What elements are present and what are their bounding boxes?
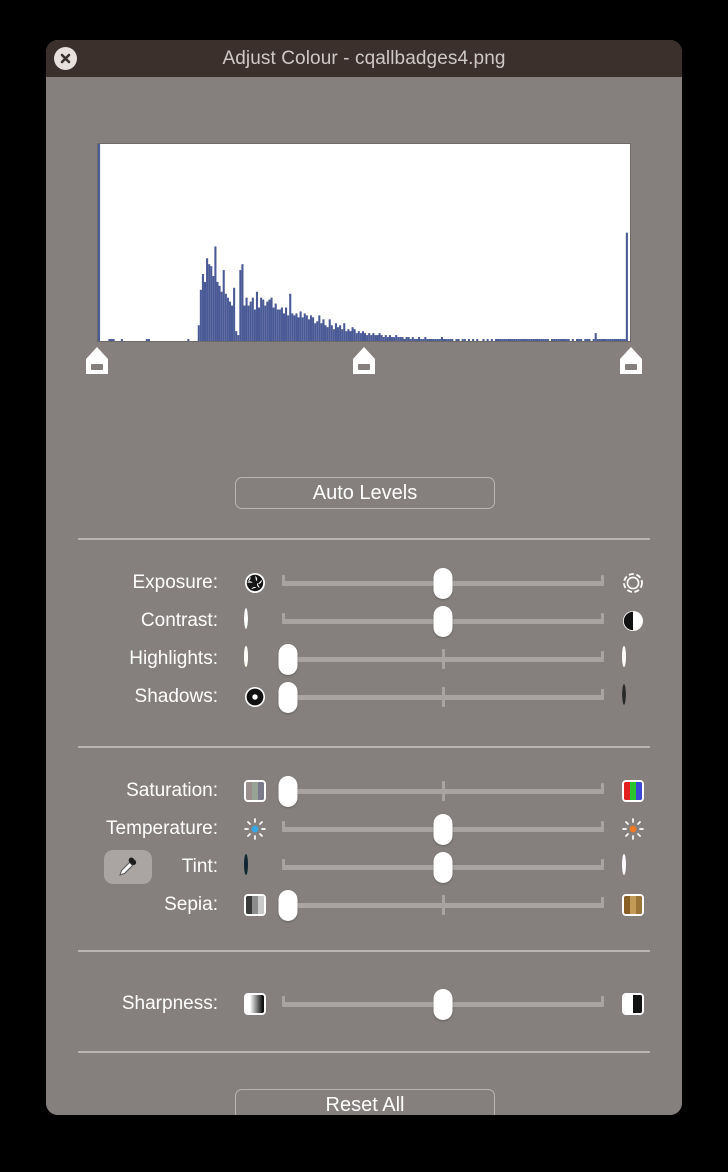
histogram-chart bbox=[98, 144, 628, 341]
slider-track-saturation[interactable] bbox=[278, 776, 604, 807]
slider-row-exposure: Exposure: bbox=[46, 564, 682, 602]
slider-track-shadows[interactable] bbox=[278, 682, 604, 713]
slider-row-contrast: Contrast: bbox=[46, 602, 682, 640]
sun-orange-icon bbox=[622, 818, 644, 840]
slider-track-tint[interactable] bbox=[282, 852, 604, 883]
slider-track-temperature[interactable] bbox=[282, 814, 604, 845]
aperture-dark-icon bbox=[244, 572, 266, 594]
slider-label-highlights: Highlights: bbox=[129, 648, 218, 669]
slider-row-saturation: Saturation: bbox=[46, 772, 682, 810]
circle-green-icon bbox=[244, 854, 266, 878]
swatch-gray-icon bbox=[244, 894, 266, 916]
slider-label-tint: Tint: bbox=[181, 856, 218, 877]
slider-row-temperature: Temperature: bbox=[46, 810, 682, 848]
slider-tick-min bbox=[282, 996, 285, 1007]
slider-thumb-exposure[interactable] bbox=[433, 568, 453, 599]
slider-track-contrast[interactable] bbox=[282, 606, 604, 637]
circle-black-dot-icon bbox=[244, 686, 266, 708]
slider-label-sharpness: Sharpness: bbox=[121, 993, 218, 1014]
slider-track-highlights[interactable] bbox=[278, 644, 604, 675]
slider-track-exposure[interactable] bbox=[282, 568, 604, 599]
slider-label-contrast: Contrast: bbox=[140, 610, 218, 631]
divider-1 bbox=[78, 538, 650, 540]
swatch-sepia-icon bbox=[622, 894, 644, 916]
level-marker-white-point[interactable] bbox=[617, 346, 645, 376]
slider-tick-max bbox=[601, 821, 604, 832]
slider-thumb-temperature[interactable] bbox=[433, 814, 453, 845]
slider-label-temperature: Temperature: bbox=[106, 818, 218, 839]
histogram-panel bbox=[97, 143, 631, 342]
slider-label-exposure: Exposure: bbox=[132, 572, 218, 593]
slider-tick-center bbox=[441, 649, 445, 669]
slider-tick-min bbox=[282, 859, 285, 870]
slider-tick-max bbox=[601, 783, 604, 794]
window-title: Adjust Colour - cqallbadges4.png bbox=[222, 47, 506, 69]
slider-thumb-tint[interactable] bbox=[433, 852, 453, 883]
slider-label-saturation: Saturation: bbox=[126, 780, 218, 801]
circle-olive-icon bbox=[622, 646, 644, 670]
swatch-rgb-icon bbox=[622, 780, 644, 802]
auto-levels-button[interactable]: Auto Levels bbox=[235, 477, 495, 509]
level-marker-icon bbox=[86, 347, 108, 374]
divider-4 bbox=[78, 1051, 650, 1053]
divider-3 bbox=[78, 950, 650, 952]
levels-slider[interactable] bbox=[86, 346, 642, 380]
adjust-colour-window: Adjust Colour - cqallbadges4.png Auto Le… bbox=[46, 40, 682, 1115]
slider-thumb-shadows[interactable] bbox=[278, 682, 298, 713]
slider-tick-max bbox=[601, 859, 604, 870]
slider-tick-center bbox=[441, 687, 445, 707]
level-marker-mid-point[interactable] bbox=[350, 346, 378, 376]
slider-thumb-saturation[interactable] bbox=[278, 776, 298, 807]
level-marker-black-point[interactable] bbox=[83, 346, 111, 376]
slider-tick-max bbox=[601, 575, 604, 586]
slider-label-sepia: Sepia: bbox=[164, 894, 218, 915]
circle-half-icon bbox=[622, 610, 644, 632]
circle-black-icon bbox=[244, 608, 266, 632]
slider-row-tint: Tint: bbox=[46, 848, 682, 886]
slider-tick-max bbox=[601, 689, 604, 700]
slider-row-sepia: Sepia: bbox=[46, 886, 682, 924]
slider-tick-min bbox=[282, 613, 285, 624]
level-marker-icon bbox=[353, 347, 375, 374]
circle-yellow-icon bbox=[244, 646, 266, 670]
title-bar: Adjust Colour - cqallbadges4.png bbox=[46, 40, 682, 77]
divider-2 bbox=[78, 746, 650, 748]
slider-tick-max bbox=[601, 897, 604, 908]
slider-row-sharpness: Sharpness: bbox=[46, 985, 682, 1023]
gradient-soft-icon bbox=[244, 993, 266, 1015]
slider-thumb-sharpness[interactable] bbox=[433, 989, 453, 1020]
slider-row-shadows: Shadows: bbox=[46, 678, 682, 716]
slider-tick-max bbox=[601, 613, 604, 624]
slider-tick-center bbox=[441, 781, 445, 801]
level-marker-icon bbox=[620, 347, 642, 374]
slider-thumb-highlights[interactable] bbox=[278, 644, 298, 675]
reset-all-button[interactable]: Reset All bbox=[235, 1089, 495, 1115]
gradient-sharp-icon bbox=[622, 993, 644, 1015]
slider-label-shadows: Shadows: bbox=[134, 686, 218, 707]
slider-thumb-sepia[interactable] bbox=[278, 890, 298, 921]
slider-tick-max bbox=[601, 651, 604, 662]
aperture-light-icon bbox=[622, 572, 644, 594]
swatch-desaturated-icon bbox=[244, 780, 266, 802]
slider-track-sharpness[interactable] bbox=[282, 989, 604, 1020]
slider-tick-center bbox=[441, 895, 445, 915]
slider-tick-min bbox=[282, 575, 285, 586]
sun-blue-icon bbox=[244, 818, 266, 840]
window-body: Auto Levels Exposure: Contrast: Highlights… bbox=[46, 77, 682, 1115]
slider-row-highlights: Highlights: bbox=[46, 640, 682, 678]
slider-thumb-contrast[interactable] bbox=[433, 606, 453, 637]
circle-magenta-icon bbox=[622, 854, 644, 878]
circle-white-icon bbox=[622, 684, 644, 708]
slider-track-sepia[interactable] bbox=[278, 890, 604, 921]
slider-tick-min bbox=[282, 821, 285, 832]
close-button[interactable] bbox=[54, 47, 77, 70]
slider-tick-max bbox=[601, 996, 604, 1007]
close-icon bbox=[60, 53, 71, 64]
